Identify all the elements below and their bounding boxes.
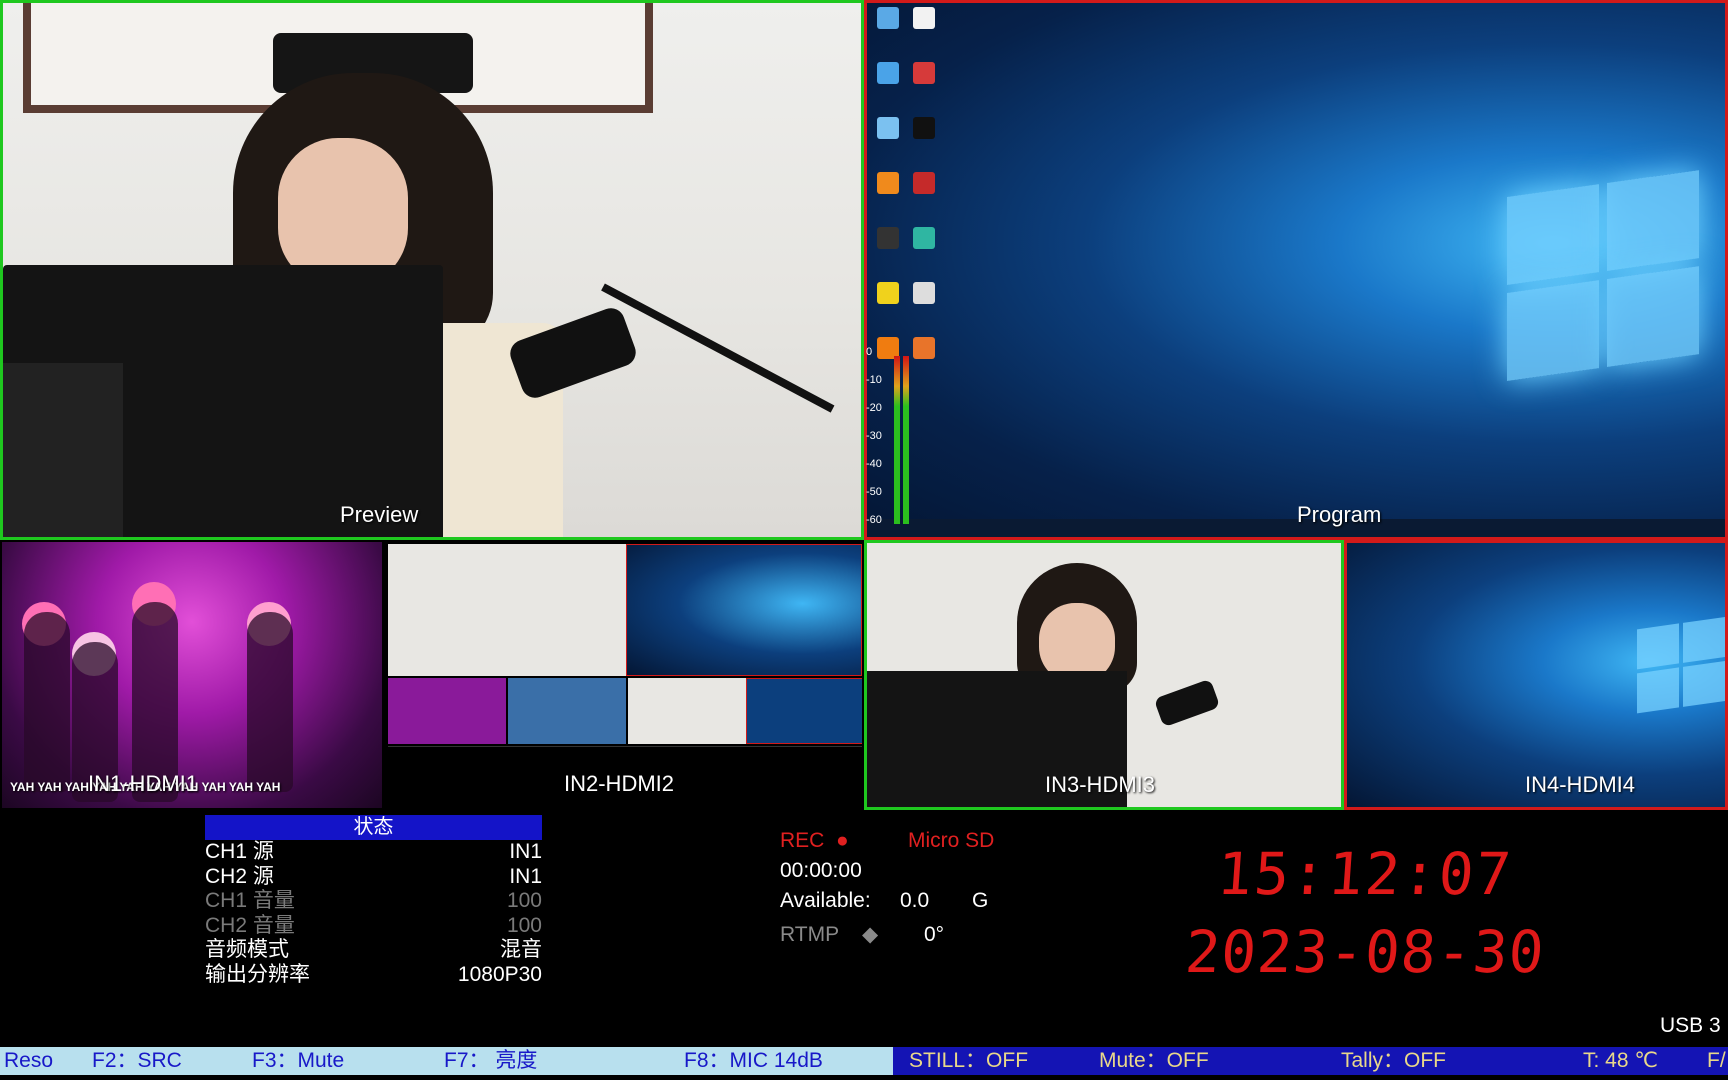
status-value: IN1 [509, 840, 542, 863]
reso-key[interactable]: Reso [4, 1047, 53, 1075]
status-value: 1080P30 [457, 962, 542, 986]
in4-label: IN4-HDMI4 [1525, 772, 1636, 797]
temperature: T: 48 ℃ [1583, 1049, 1658, 1072]
status-row: CH2 源 IN1 [205, 865, 542, 890]
still-status: STILL：OFF [909, 1049, 1029, 1072]
audacity-icon[interactable] [873, 172, 903, 216]
f2-src-key[interactable]: F2：SRC [92, 1047, 182, 1075]
meter-tick: -60 [866, 514, 882, 526]
dancer [24, 612, 70, 792]
microphone [506, 304, 640, 402]
nested-in1 [388, 678, 506, 744]
nested-in3 [628, 678, 746, 744]
fan-status: F/ [1707, 1049, 1726, 1072]
tiktok-icon[interactable] [909, 117, 939, 161]
in3-label: IN3-HDMI3 [1045, 772, 1156, 797]
function-key-section: Reso F2：SRC F3：Mute F7： 亮度 F8：MIC 14dB [0, 1047, 893, 1075]
input-4-pane[interactable]: IN4-HDMI4 [1344, 540, 1728, 810]
computer-icon[interactable] [873, 7, 903, 51]
status-row: CH1 源 IN1 [205, 840, 542, 865]
rtmp-diamond-icon: ◆ [862, 923, 879, 946]
state-section: STILL：OFF Mute：OFF Tally：OFF T: 48 ℃ F/ [893, 1047, 1728, 1075]
status-label: CH1 音量 [205, 889, 295, 912]
clock-date: 2023-08-30 [1183, 918, 1547, 986]
status-label: CH2 源 [205, 864, 274, 888]
status-label: 输出分辨率 [205, 962, 310, 986]
video-file-icon[interactable] [909, 282, 939, 326]
status-header: 状态 [205, 815, 542, 840]
windows-logo-icon [1507, 169, 1707, 387]
status-row: CH1 音量 100 [205, 889, 542, 914]
status-value: 100 [506, 913, 542, 937]
potplayer-icon[interactable] [873, 282, 903, 326]
tally-status: Tally：OFF [1341, 1049, 1446, 1072]
in2-label: IN2-HDMI2 [564, 771, 675, 796]
mute-status: Mute：OFF [1099, 1049, 1209, 1072]
available-label: Available: [780, 889, 871, 912]
in1-label: IN1-HDMI1 [88, 771, 199, 796]
meter-tick: -50 [866, 486, 882, 498]
preview-pane[interactable]: Preview [0, 0, 864, 540]
meter-tick: -40 [866, 458, 882, 470]
dscc-icon[interactable] [909, 172, 939, 216]
meter-tick: -20 [866, 402, 882, 414]
mic-arm [601, 283, 835, 413]
status-label: CH2 音量 [205, 913, 295, 937]
meter-bar-right [903, 356, 909, 524]
obs-studio-icon[interactable] [873, 227, 903, 271]
rtmp-value: 0° [924, 923, 945, 946]
wps-office-icon[interactable] [909, 62, 939, 106]
storage-label: Micro SD [908, 829, 995, 852]
taskbar [867, 519, 1725, 537]
clock: 15:12:07 2023-08-30 [1150, 840, 1580, 986]
program-pane[interactable]: Program [864, 0, 1728, 540]
nested-program [626, 544, 862, 676]
second-monitor [3, 363, 123, 537]
preview-label: Preview [340, 502, 419, 527]
nested-preview [388, 544, 626, 676]
status-value: 混音 [500, 938, 542, 961]
record-dot-icon: ● [836, 829, 849, 852]
network-icon[interactable] [873, 62, 903, 106]
dancer [247, 612, 293, 792]
desktop-icons [873, 7, 943, 392]
available-unit: G [972, 889, 989, 912]
f7-brightness-key[interactable]: F7： 亮度 [444, 1047, 537, 1075]
status-row: CH2 音量 100 [205, 914, 542, 939]
control-panel-icon[interactable] [873, 117, 903, 161]
available-value: 0.0 [900, 889, 930, 912]
status-label: 音频模式 [205, 938, 289, 961]
input-1-pane[interactable]: YAH YAH YAH YAH YAH YAH YAH YAH YAH YAH … [0, 540, 384, 810]
windows-logo-icon [1637, 616, 1725, 720]
recording-panel: REC ● Micro SD 00:00:00 Available: 0.0 G… [780, 826, 1040, 950]
rtmp-label: RTMP [780, 923, 840, 946]
meter-tick: 0 [866, 346, 873, 358]
usb-indicator: USB 3 [1660, 1014, 1721, 1037]
meter-tick: -30 [866, 430, 882, 442]
function-key-bar: Reso F2：SRC F3：Mute F7： 亮度 F8：MIC 14dB S… [0, 1047, 1728, 1075]
status-label: CH1 源 [205, 840, 274, 863]
status-value: 100 [506, 889, 542, 912]
edge-icon[interactable] [909, 227, 939, 271]
input-3-pane[interactable]: IN3-HDMI3 [864, 540, 1344, 810]
clock-time: 15:12:07 [1214, 840, 1516, 908]
program-label: Program [1297, 502, 1382, 527]
f8-mic-key[interactable]: F8：MIC 14dB [684, 1047, 823, 1075]
status-row: 输出分辨率 1080P30 [205, 963, 542, 988]
rec-label: REC [780, 829, 825, 852]
document-icon[interactable] [909, 7, 939, 51]
meter-tick: -10 [866, 374, 882, 386]
f3-mute-key[interactable]: F3：Mute [252, 1047, 344, 1075]
nested-in4 [746, 678, 862, 744]
status-value: IN1 [509, 864, 542, 888]
microphone [1153, 678, 1221, 728]
meter-bar-left [894, 356, 900, 524]
status-row: 音频模式 混音 [205, 938, 542, 963]
status-panel: 状态 CH1 源 IN1 CH2 源 IN1 CH1 音量 100 CH2 音量… [205, 815, 542, 987]
elapsed-time: 00:00:00 [780, 859, 862, 882]
nested-in2 [508, 678, 626, 744]
input-2-pane[interactable]: IN2-HDMI2 [384, 540, 864, 810]
audio-level-meter: 0 -10 -20 -30 -40 -50 -60 [866, 346, 916, 530]
